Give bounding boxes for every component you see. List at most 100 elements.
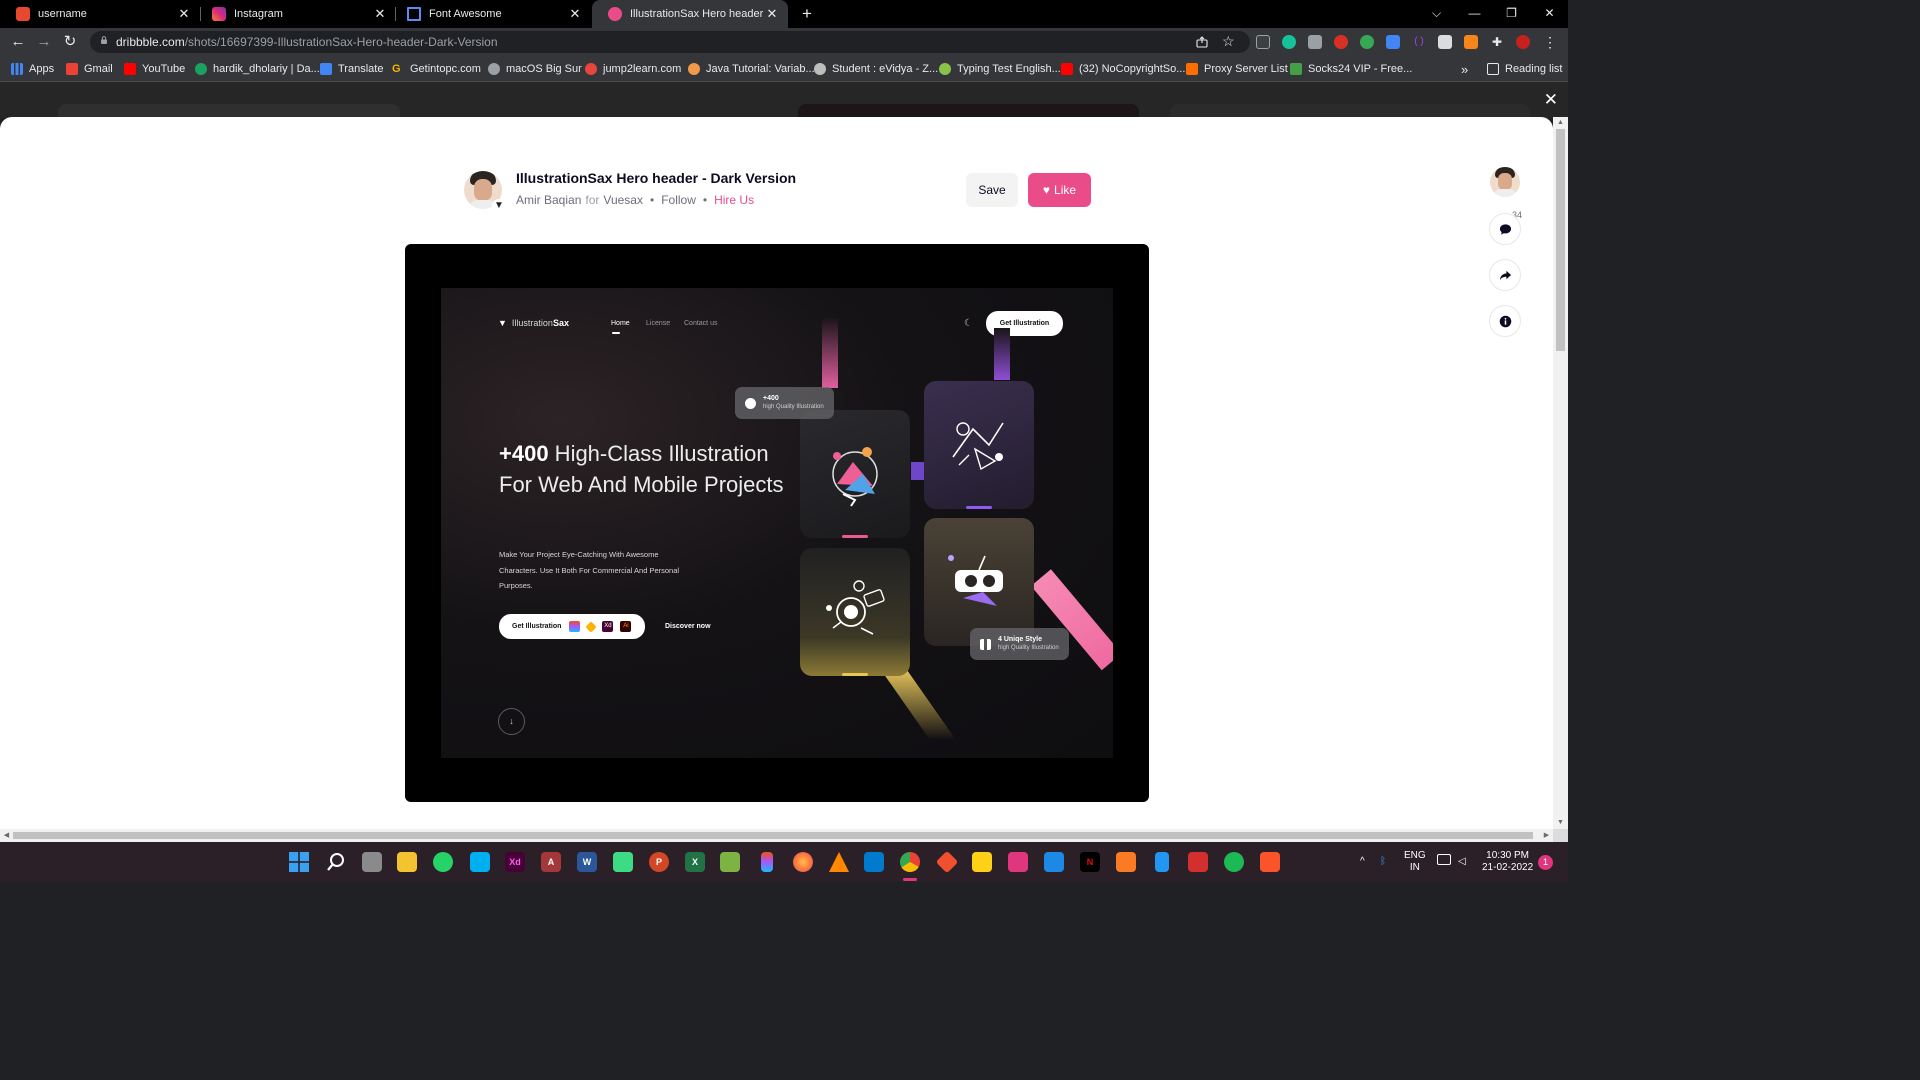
- excel-icon[interactable]: X: [685, 852, 705, 872]
- volume-icon[interactable]: ◁: [1458, 856, 1466, 868]
- like-button[interactable]: ♥ Like: [1028, 173, 1091, 207]
- word-icon[interactable]: W: [577, 852, 597, 872]
- skype-icon[interactable]: [470, 852, 490, 872]
- code-extension-icon[interactable]: ( ): [1412, 35, 1426, 49]
- camera-extension-icon[interactable]: [1308, 35, 1322, 49]
- scroll-right-arrow-icon[interactable]: ▶: [1540, 829, 1553, 842]
- network-icon[interactable]: [1437, 854, 1451, 865]
- tab-font-awesome[interactable]: Font Awesome ✕: [391, 0, 591, 28]
- virtualbox-icon[interactable]: [1044, 852, 1064, 872]
- bookmark-item[interactable]: Student : eVidya - Z...: [814, 62, 938, 76]
- scroll-up-arrow-icon[interactable]: ▲: [1553, 117, 1568, 129]
- reload-button[interactable]: ↻: [60, 32, 80, 52]
- scrollbar-thumb[interactable]: [13, 832, 1533, 839]
- horizontal-scrollbar[interactable]: ◀ ▶: [0, 829, 1553, 842]
- bookmark-item[interactable]: Proxy Server List: [1186, 62, 1288, 76]
- back-button[interactable]: ←: [8, 32, 28, 52]
- bluetooth-icon[interactable]: ᛒ: [1380, 856, 1386, 868]
- save-button[interactable]: Save: [966, 173, 1018, 207]
- profile-extension-icon[interactable]: [1438, 35, 1452, 49]
- shot-media[interactable]: ▼ IllustrationSax Home License Contact us…: [405, 244, 1149, 802]
- xampp-icon[interactable]: [1116, 852, 1136, 872]
- grammarly-icon[interactable]: [1282, 35, 1296, 49]
- adobe-xd-icon[interactable]: Xd: [505, 852, 525, 872]
- translate-extension-icon[interactable]: [1386, 35, 1400, 49]
- close-shot-button[interactable]: ✕: [1544, 90, 1558, 110]
- author-link[interactable]: Amir Baqian: [516, 193, 581, 207]
- scroll-down-arrow-icon[interactable]: ▼: [1553, 817, 1568, 829]
- netflix-icon[interactable]: N: [1080, 852, 1100, 872]
- menu-kebab-icon[interactable]: ⋮: [1540, 32, 1560, 52]
- firefox-icon[interactable]: [793, 852, 813, 872]
- language-indicator[interactable]: ENG IN: [1404, 850, 1426, 874]
- clock[interactable]: 10:30 PM 21-02-2022: [1482, 850, 1533, 874]
- scroll-left-arrow-icon[interactable]: ◀: [0, 829, 13, 842]
- figma-icon[interactable]: [761, 852, 773, 872]
- bookmark-item[interactable]: YouTube: [124, 62, 185, 76]
- tray-overflow-icon[interactable]: ^: [1360, 856, 1365, 868]
- acrobat-icon[interactable]: [1188, 852, 1208, 872]
- task-view-icon[interactable]: [362, 852, 382, 872]
- bookmark-item[interactable]: jump2learn.com: [585, 62, 681, 76]
- info-button[interactable]: [1489, 305, 1521, 337]
- notepad-icon[interactable]: [720, 852, 740, 872]
- access-icon[interactable]: A: [541, 852, 561, 872]
- vlc-icon[interactable]: [829, 852, 849, 872]
- adblock-icon[interactable]: [1334, 35, 1348, 49]
- notepad-blue-icon[interactable]: [1155, 852, 1169, 872]
- extension-icon[interactable]: [1256, 35, 1270, 49]
- tab-dribbble[interactable]: IllustrationSax Hero header - Dar ✕: [592, 0, 788, 28]
- reading-list-button[interactable]: Reading list: [1487, 62, 1562, 76]
- bookmarks-overflow-button[interactable]: »: [1461, 62, 1468, 77]
- minimize-button[interactable]: —: [1456, 0, 1493, 28]
- spotify-icon[interactable]: [1224, 852, 1244, 872]
- bookmark-item[interactable]: macOS Big Sur: [488, 62, 582, 76]
- follow-link[interactable]: Follow: [661, 193, 696, 207]
- chrome-icon[interactable]: [900, 852, 920, 872]
- address-bar[interactable]: dribbble.com/shots/16697399-Illustration…: [90, 31, 1250, 53]
- vscode-icon[interactable]: [864, 852, 884, 872]
- brave-icon[interactable]: [1260, 852, 1280, 872]
- powerpoint-icon[interactable]: P: [649, 852, 669, 872]
- fox-extension-icon[interactable]: [1464, 35, 1478, 49]
- bookmark-item[interactable]: Translate: [320, 62, 383, 76]
- close-icon[interactable]: ✕: [372, 6, 388, 22]
- restore-button[interactable]: ❐: [1493, 0, 1530, 28]
- window-close-button[interactable]: ✕: [1531, 0, 1568, 28]
- tab-instagram[interactable]: Instagram ✕: [196, 0, 396, 28]
- bookmark-item[interactable]: G Getintopc.com: [392, 62, 481, 76]
- team-link[interactable]: Vuesax: [603, 193, 643, 207]
- bookmark-item[interactable]: (32) NoCopyrightSo...: [1061, 62, 1185, 76]
- share-button[interactable]: [1489, 259, 1521, 291]
- bookmark-star-icon[interactable]: ☆: [1222, 33, 1235, 50]
- file-explorer-icon[interactable]: [397, 852, 417, 872]
- share-page-icon[interactable]: [1196, 36, 1208, 48]
- tab-search-button[interactable]: ⌵: [1418, 0, 1455, 28]
- notification-badge[interactable]: 1: [1538, 855, 1553, 870]
- puzzle-icon[interactable]: ✚: [1490, 35, 1504, 49]
- checkmark-extension-icon[interactable]: [1360, 35, 1374, 49]
- cisco-packet-icon[interactable]: [1008, 852, 1028, 872]
- rail-avatar[interactable]: [1490, 167, 1520, 197]
- git-icon[interactable]: [935, 850, 959, 874]
- bookmark-item[interactable]: hardik_dholariy | Da...: [195, 62, 320, 76]
- bookmark-item[interactable]: Socks24 VIP - Free...: [1290, 62, 1412, 76]
- profile-avatar-icon[interactable]: [1516, 35, 1530, 49]
- bookmark-apps[interactable]: Apps: [11, 62, 54, 76]
- scrollbar-thumb[interactable]: [1556, 129, 1565, 351]
- forward-button[interactable]: →: [34, 32, 54, 52]
- whatsapp-icon[interactable]: [433, 852, 453, 872]
- bookmark-item[interactable]: Typing Test English...: [939, 62, 1061, 76]
- close-icon[interactable]: ✕: [176, 6, 192, 22]
- tab-username[interactable]: username ✕: [0, 0, 200, 28]
- new-tab-button[interactable]: +: [797, 4, 817, 24]
- bookmark-item[interactable]: Java Tutorial: Variab...: [688, 62, 815, 76]
- sticky-notes-icon[interactable]: [972, 852, 992, 872]
- bookmark-item[interactable]: Gmail: [66, 62, 113, 76]
- android-studio-icon[interactable]: [613, 852, 633, 872]
- vertical-scrollbar[interactable]: ▲ ▼: [1553, 117, 1568, 829]
- start-icon[interactable]: [289, 852, 309, 872]
- comments-button[interactable]: [1489, 213, 1521, 245]
- close-icon[interactable]: ✕: [567, 6, 583, 22]
- hire-us-link[interactable]: Hire Us: [714, 193, 754, 207]
